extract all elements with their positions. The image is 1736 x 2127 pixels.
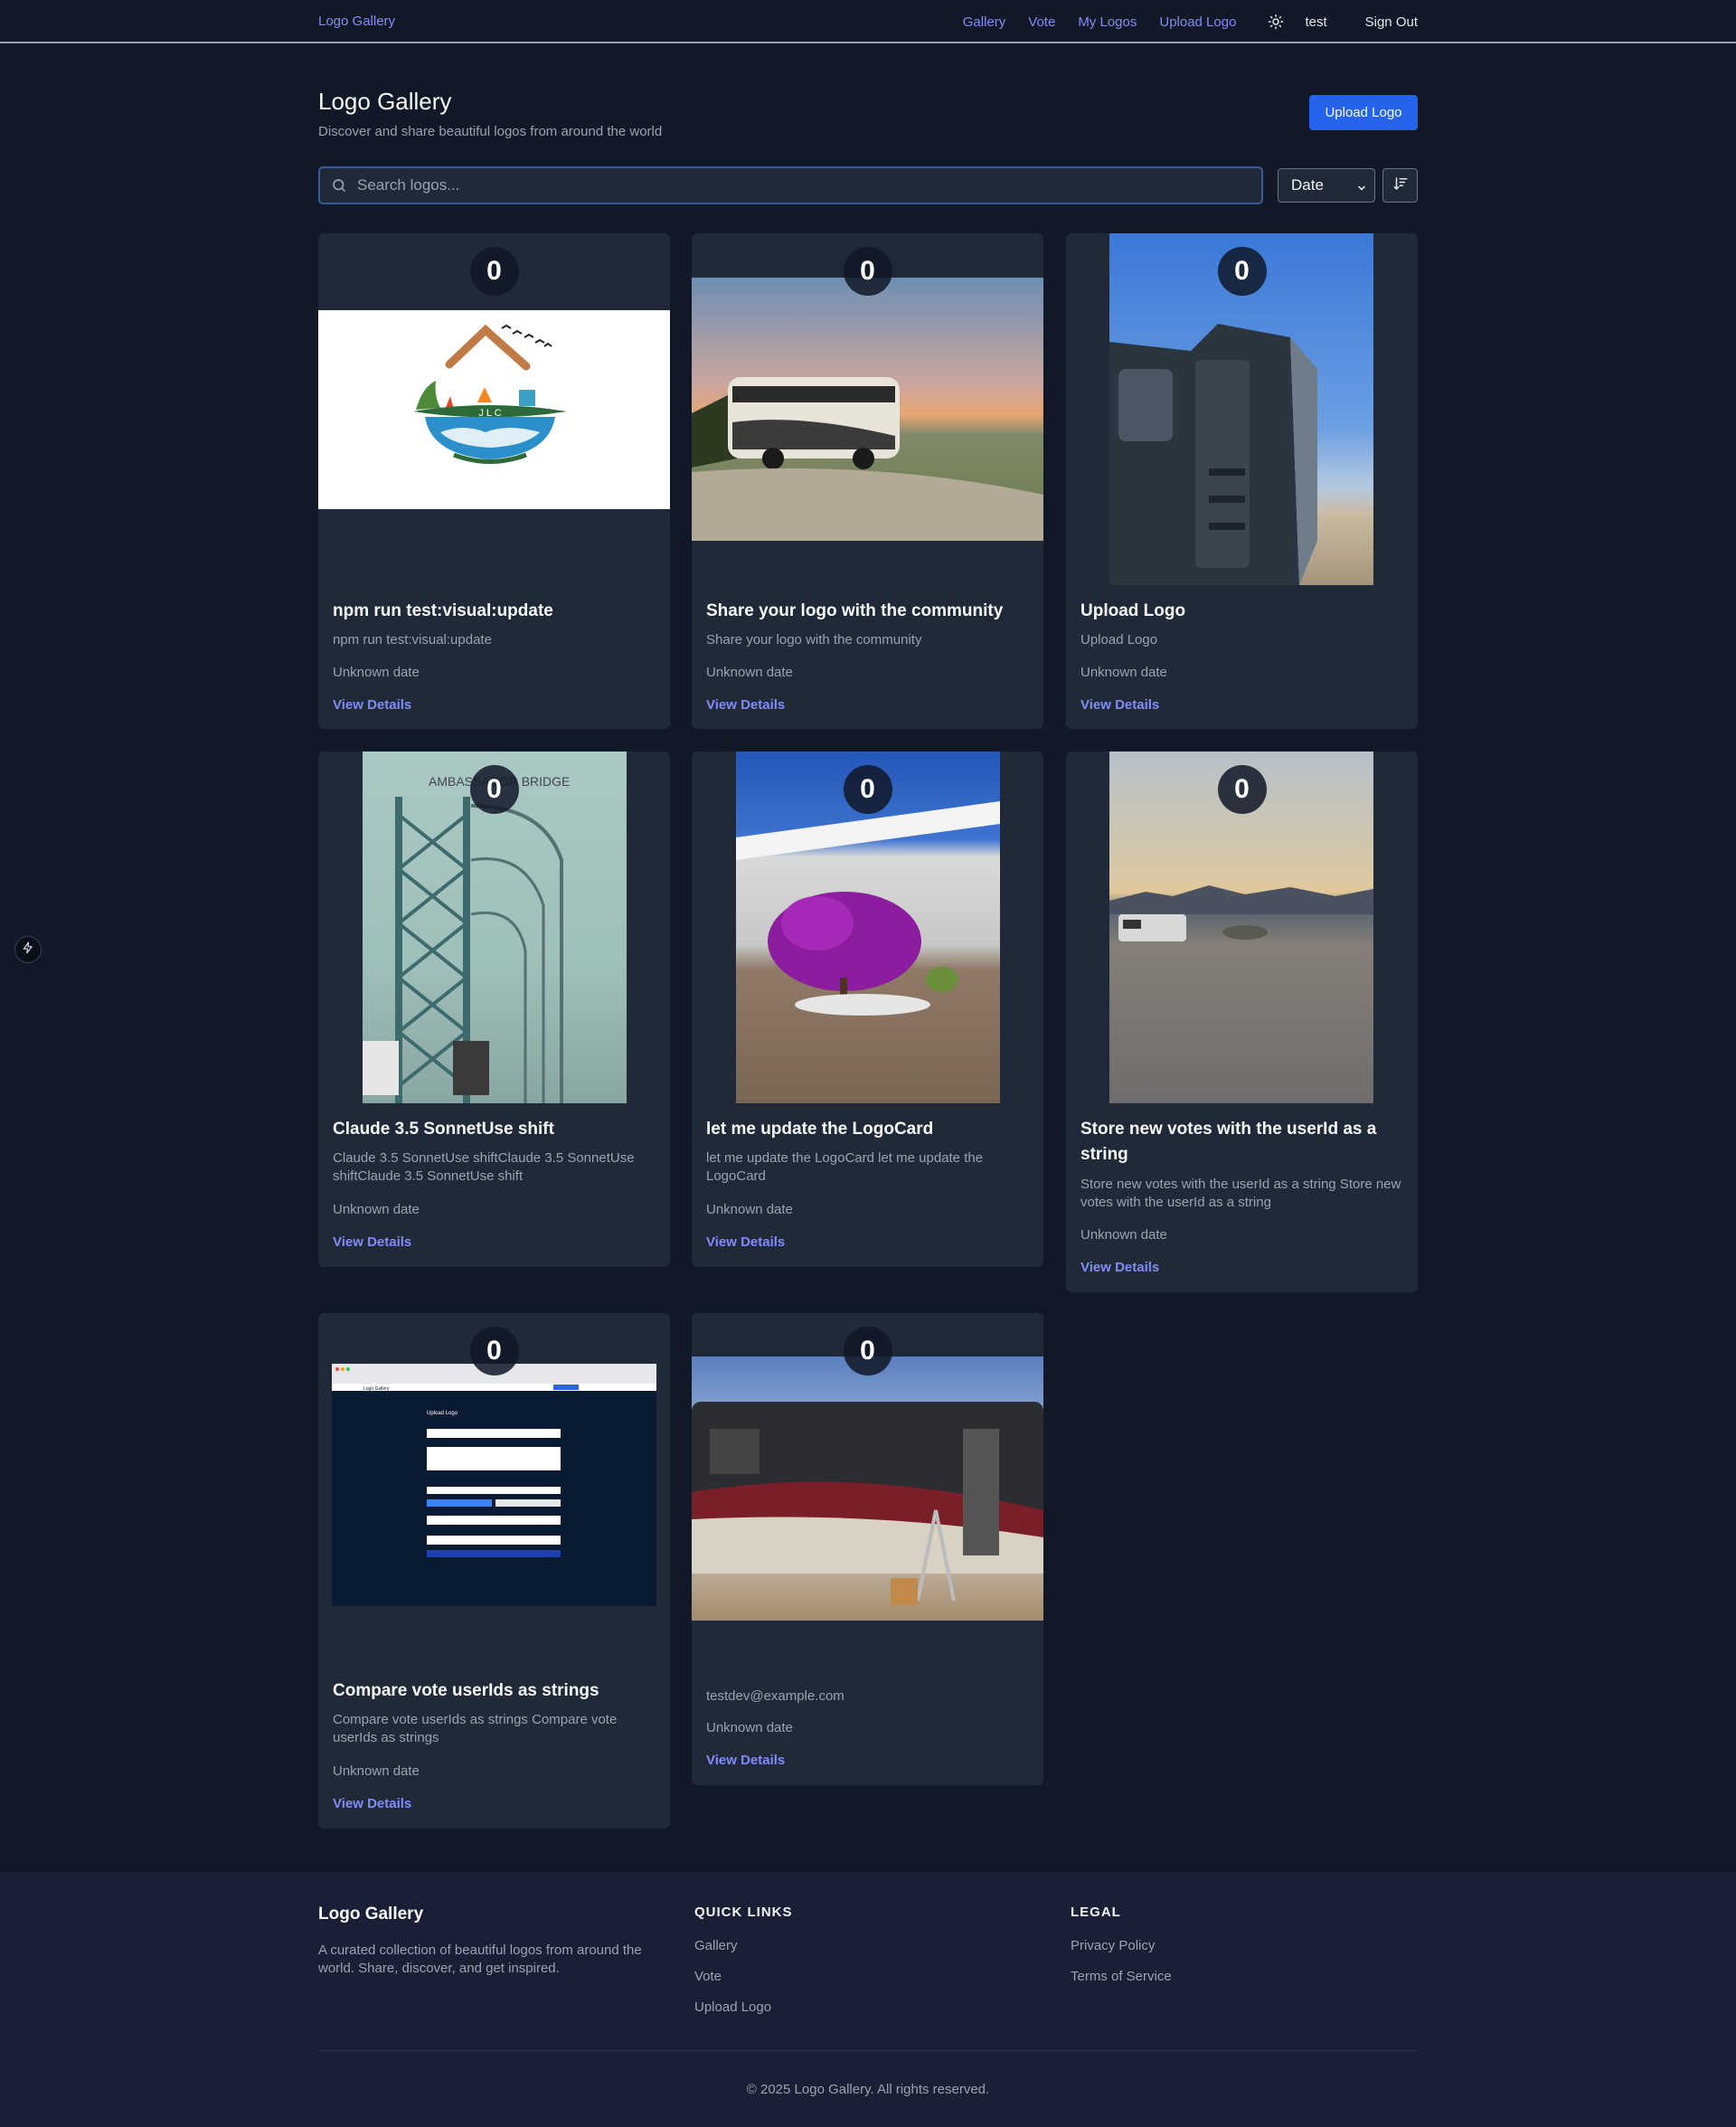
- upload-logo-button[interactable]: Upload Logo: [1309, 95, 1418, 130]
- vote-count-badge: 0: [843, 765, 892, 814]
- card-date: Unknown date: [706, 1720, 793, 1735]
- card-description: Share your logo with the community: [706, 632, 922, 648]
- page-title: Logo Gallery: [318, 88, 452, 115]
- view-details-link[interactable]: View Details: [706, 1753, 785, 1768]
- footer-quick-links-heading: QUICK LINKS: [694, 1905, 793, 1920]
- search-icon: [329, 175, 349, 195]
- logo-card[interactable]: 0 let me update the LogoCard let me upda…: [692, 752, 1043, 1267]
- card-title: Share your logo with the community: [706, 601, 1004, 620]
- sort-direction-button[interactable]: [1382, 168, 1418, 203]
- logo-card[interactable]: 0 testdev@example.com Unknown date View …: [692, 1313, 1043, 1785]
- view-details-link[interactable]: View Details: [706, 1234, 785, 1250]
- view-details-link[interactable]: View Details: [333, 1234, 411, 1250]
- footer-legal-heading: LEGAL: [1071, 1905, 1121, 1920]
- card-date: Unknown date: [333, 1763, 420, 1779]
- search-placeholder: Search logos...: [357, 176, 460, 194]
- screenshot-brand: Logo Gallery: [363, 1386, 390, 1392]
- card-title: npm run test:visual:update: [333, 601, 553, 620]
- vote-count-badge: 0: [469, 1327, 519, 1375]
- logo-card[interactable]: 0 Share your logo with the community Sha…: [692, 233, 1043, 729]
- footer: Logo Gallery A curated collection of bea…: [0, 1872, 1736, 2127]
- rv-ladder-photo-image[interactable]: [692, 1357, 1043, 1621]
- view-details-link[interactable]: View Details: [706, 697, 785, 713]
- card-date: Unknown date: [333, 665, 420, 680]
- card-description: npm run test:visual:update: [333, 632, 492, 648]
- user-name: test: [1305, 14, 1327, 30]
- footer-link-terms-of-service[interactable]: Terms of Service: [1071, 1969, 1172, 1984]
- footer-link-vote[interactable]: Vote: [694, 1969, 793, 1984]
- card-title: Compare vote userIds as strings: [333, 1681, 599, 1700]
- nav-brand[interactable]: Logo Gallery: [318, 14, 395, 29]
- nav-link-my-logos[interactable]: My Logos: [1078, 14, 1137, 30]
- top-nav: Logo Gallery Gallery Vote My Logos Uploa…: [0, 0, 1736, 43]
- logo-card[interactable]: 0 Store new votes with the userId as a s…: [1066, 752, 1418, 1292]
- rv-photo-image[interactable]: [692, 278, 1043, 541]
- vote-count-badge: 0: [469, 247, 519, 296]
- card-date: Unknown date: [333, 1202, 420, 1217]
- card-date: Unknown date: [706, 1202, 793, 1217]
- card-description: Upload Logo: [1080, 632, 1158, 648]
- logo-card[interactable]: 0 Upload Logo Upload Logo Unknown date V…: [1066, 233, 1418, 729]
- view-details-link[interactable]: View Details: [1080, 1260, 1159, 1275]
- card-date: Unknown date: [1080, 1227, 1167, 1243]
- logo-image[interactable]: J L C: [318, 310, 670, 509]
- search-input[interactable]: Search logos...: [318, 166, 1263, 204]
- screenshot-heading: Upload Logo: [427, 1411, 458, 1416]
- footer-divider: [318, 2050, 1418, 2051]
- card-description: let me update the LogoCard let me update…: [706, 1150, 984, 1184]
- footer-copyright: © 2025 Logo Gallery. All rights reserved…: [746, 2082, 990, 2097]
- vote-count-badge: 0: [469, 765, 519, 814]
- vote-count-badge: 0: [1217, 247, 1267, 296]
- vote-count-badge: 0: [843, 1327, 892, 1375]
- footer-about: Logo Gallery A curated collection of bea…: [318, 1905, 662, 1978]
- footer-description: A curated collection of beautiful logos …: [318, 1943, 642, 1976]
- dev-tools-bolt-button[interactable]: [14, 936, 42, 963]
- logo-card[interactable]: AMBASSADOR BRIDGE 0 Claude 3.5 SonnetUse…: [318, 752, 670, 1267]
- logo-card[interactable]: Logo Gallery Upload Logo 0 Compare vote …: [318, 1313, 670, 1829]
- card-title: Claude 3.5 SonnetUse shift: [333, 1120, 554, 1139]
- footer-title: Logo Gallery: [318, 1905, 424, 1924]
- footer-link-gallery[interactable]: Gallery: [694, 1938, 793, 1953]
- vote-count-badge: 0: [1217, 765, 1267, 814]
- sign-out-button[interactable]: Sign Out: [1365, 14, 1418, 30]
- nav-link-upload-logo[interactable]: Upload Logo: [1159, 14, 1236, 30]
- card-title: Upload Logo: [1080, 601, 1186, 620]
- card-date: Unknown date: [1080, 665, 1167, 680]
- theme-toggle-sun-icon[interactable]: [1267, 13, 1285, 31]
- nav-links: Gallery Vote My Logos Upload Logo test S…: [940, 0, 1418, 43]
- card-author: testdev@example.com: [706, 1688, 844, 1704]
- footer-legal: LEGAL Privacy Policy Terms of Service: [1071, 1905, 1172, 1999]
- nav-link-gallery[interactable]: Gallery: [963, 14, 1006, 30]
- card-title: let me update the LogoCard: [706, 1120, 934, 1139]
- page-subtitle: Discover and share beautiful logos from …: [318, 124, 663, 139]
- nav-link-vote[interactable]: Vote: [1028, 14, 1055, 30]
- footer-quick-links: QUICK LINKS Gallery Vote Upload Logo: [694, 1905, 793, 2030]
- sort-select[interactable]: Date: [1278, 168, 1375, 203]
- app-screenshot-image[interactable]: Logo Gallery Upload Logo: [332, 1364, 656, 1606]
- card-description: Claude 3.5 SonnetUse shiftClaude 3.5 Son…: [333, 1150, 635, 1184]
- card-description: Store new votes with the userId as a str…: [1080, 1177, 1401, 1210]
- card-title: Store new votes with the userId as a str…: [1080, 1120, 1377, 1164]
- view-details-link[interactable]: View Details: [333, 1796, 411, 1811]
- logo-letters: J L C: [478, 408, 501, 419]
- footer-link-privacy-policy[interactable]: Privacy Policy: [1071, 1938, 1172, 1953]
- view-details-link[interactable]: View Details: [1080, 697, 1159, 713]
- page-header: Logo Gallery Discover and share beautifu…: [318, 88, 1418, 142]
- sort-descending-icon: [1392, 175, 1409, 196]
- card-date: Unknown date: [706, 665, 793, 680]
- card-description: Compare vote userIds as strings Compare …: [333, 1712, 618, 1745]
- footer-link-upload-logo[interactable]: Upload Logo: [694, 1999, 793, 2015]
- bolt-icon: [22, 941, 34, 959]
- vote-count-badge: 0: [843, 247, 892, 296]
- chevron-down-icon: [1356, 180, 1367, 198]
- sort-select-value: Date: [1291, 176, 1324, 194]
- logo-card[interactable]: J L C 0 npm run test:visual:update npm r…: [318, 233, 670, 729]
- view-details-link[interactable]: View Details: [333, 697, 411, 713]
